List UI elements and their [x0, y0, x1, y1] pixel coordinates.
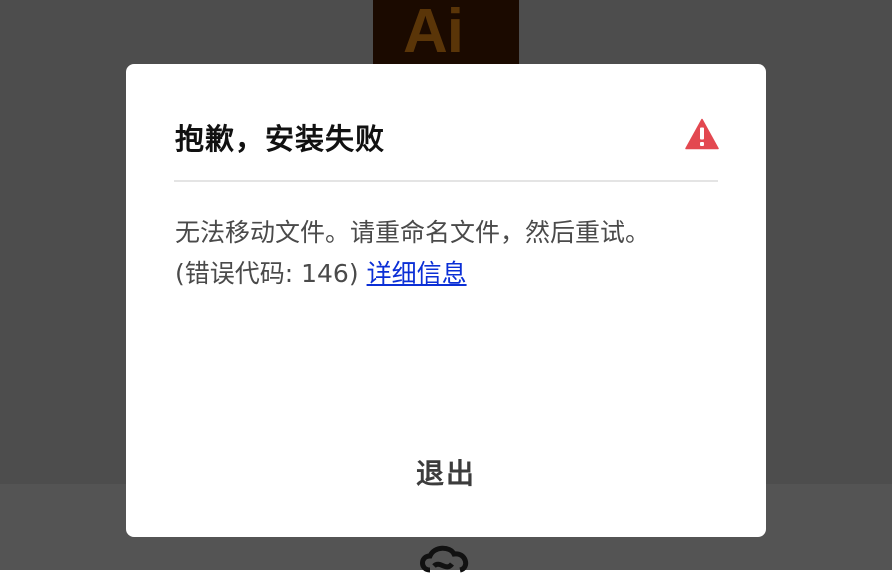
error-dialog: 抱歉，安装失败 无法移动文件。请重命名文件，然后重试。(错误代码: 146) 详… — [126, 64, 766, 537]
details-link[interactable]: 详细信息 — [367, 259, 467, 288]
creative-cloud-icon — [420, 545, 469, 573]
quit-button[interactable]: 退出 — [396, 450, 496, 498]
app-icon-label: Ai — [403, 0, 464, 66]
error-message: 无法移动文件。请重命名文件，然后重试。(错误代码: 146) 详细信息 — [175, 212, 675, 294]
divider — [174, 180, 718, 182]
warning-icon — [685, 118, 719, 150]
dialog-title: 抱歉，安装失败 — [175, 122, 386, 156]
